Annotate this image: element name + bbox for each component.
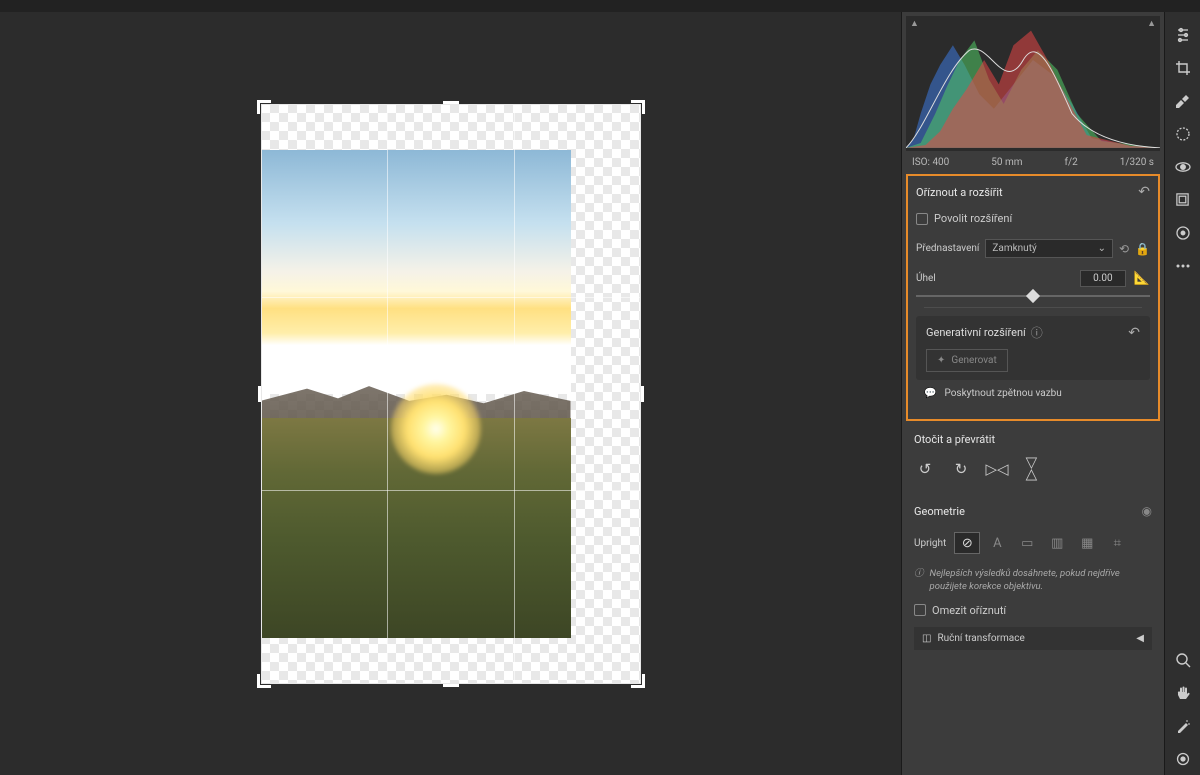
wand-icon[interactable] — [1165, 709, 1200, 742]
upright-guided-button[interactable]: ⌗ — [1104, 532, 1130, 554]
settings-icon[interactable] — [1165, 742, 1200, 775]
crop-handle-left[interactable] — [258, 386, 261, 402]
geometry-title: Geometrie — [914, 505, 965, 518]
info-icon[interactable]: ⓘ — [1031, 324, 1043, 341]
canvas-area[interactable] — [0, 12, 901, 775]
checkbox-icon — [916, 213, 928, 225]
crop-handle-tl[interactable] — [257, 100, 271, 114]
exif-readout: ISO: 400 50 mm f/2 1/320 s — [902, 155, 1164, 174]
preset-label: Přednastavení — [916, 243, 979, 254]
crop-handle-bl[interactable] — [257, 674, 271, 688]
angle-slider[interactable] — [916, 295, 1150, 297]
straighten-icon[interactable]: 📐 — [1134, 271, 1150, 286]
upright-auto-button[interactable]: A — [984, 532, 1010, 554]
healing-icon[interactable] — [1165, 84, 1200, 117]
exif-focal: 50 mm — [991, 157, 1022, 168]
upright-full-button[interactable]: ▦ — [1074, 532, 1100, 554]
crop-handle-bottom[interactable] — [443, 684, 459, 687]
right-panel: ▲ ▲ ISO: 400 50 mm f/2 1/320 s Oříznout … — [901, 12, 1164, 775]
angle-input[interactable] — [1080, 270, 1126, 287]
allow-expand-checkbox[interactable]: Povolit rozšíření — [916, 208, 1150, 235]
constrain-crop-checkbox[interactable]: Omezit oříznutí — [906, 604, 1160, 627]
exif-aperture: f/2 — [1065, 157, 1078, 168]
lock-icon[interactable]: 🔒 — [1135, 242, 1150, 256]
chat-icon: 💬 — [924, 388, 936, 399]
crop-handle-tr[interactable] — [631, 100, 645, 114]
upright-label: Upright — [914, 538, 946, 549]
flip-horizontal-button[interactable]: ▷◁ — [986, 458, 1008, 480]
presets-icon[interactable] — [1165, 183, 1200, 216]
crop-panel-title: Oříznout a rozšířit — [916, 186, 1003, 199]
exif-iso: ISO: 400 — [912, 157, 949, 168]
manual-transform-button[interactable]: ◫ Ruční transformace ◀ — [914, 627, 1152, 650]
checkbox-icon — [914, 604, 926, 616]
feedback-label: Poskytnout zpětnou vazbu — [944, 388, 1061, 399]
toolstrip — [1164, 12, 1200, 775]
upright-level-button[interactable]: ▭ — [1014, 532, 1040, 554]
upright-off-button[interactable]: ⊘ — [954, 532, 980, 554]
crop-frame[interactable] — [261, 104, 641, 684]
mask-icon[interactable] — [1165, 117, 1200, 150]
sparkle-icon: ✦ — [937, 355, 945, 366]
histogram[interactable]: ▲ ▲ — [906, 16, 1160, 151]
angle-label: Úhel — [916, 273, 936, 284]
feedback-link[interactable]: 💬 Poskytnout zpětnou vazbu — [916, 380, 1150, 409]
preset-select[interactable]: Zamknutý ⌄ — [985, 239, 1113, 258]
preset-value: Zamknutý — [992, 243, 1036, 254]
upright-vertical-button[interactable]: ▥ — [1044, 532, 1070, 554]
transform-icon: ◫ — [922, 633, 931, 644]
allow-expand-label: Povolit rozšíření — [934, 212, 1012, 225]
exif-shutter: 1/320 s — [1120, 157, 1154, 168]
gen-reset-icon[interactable]: ↶ — [1128, 325, 1140, 341]
redeye-icon[interactable] — [1165, 150, 1200, 183]
generative-expand-box: Generativní rozšíření ⓘ ↶ ✦ Generovat — [916, 316, 1150, 380]
rotate-ccw-button[interactable]: ↺ — [914, 458, 936, 480]
hand-icon[interactable] — [1165, 676, 1200, 709]
crop-handle-right[interactable] — [641, 386, 644, 402]
crop-border — [261, 104, 641, 684]
geometry-hint: Nejlepších výsledků dosáhnete, pokud nej… — [930, 568, 1152, 594]
rotate-panel-title: Otočit a převrátit — [914, 433, 995, 446]
crop-handle-br[interactable] — [631, 674, 645, 688]
constrain-crop-label: Omezit oříznutí — [932, 604, 1006, 617]
adjust-icon[interactable] — [1165, 18, 1200, 51]
crop-icon[interactable] — [1165, 51, 1200, 84]
reset-icon[interactable]: ↶ — [1138, 184, 1150, 200]
manual-transform-label: Ruční transformace — [937, 633, 1024, 644]
rotate-cw-button[interactable]: ↻ — [950, 458, 972, 480]
gen-title: Generativní rozšíření — [926, 326, 1026, 339]
flip-vertical-button[interactable]: ▷◁ — [1022, 458, 1044, 480]
visibility-icon[interactable]: ◉ — [1142, 504, 1152, 518]
generate-button[interactable]: ✦ Generovat — [926, 349, 1008, 372]
slider-thumb[interactable] — [1026, 289, 1040, 303]
chevron-down-icon: ⌄ — [1098, 243, 1106, 254]
crop-handle-top[interactable] — [443, 101, 459, 104]
expand-icon: ◀ — [1136, 633, 1144, 644]
rotate-panel: Otočit a převrátit ↺ ↻ ▷◁ ▷◁ — [906, 425, 1160, 492]
geometry-panel: Geometrie ◉ Upright ⊘ A ▭ ▥ ▦ ⌗ ⓘNejlepš… — [906, 496, 1160, 654]
zoom-icon[interactable] — [1165, 643, 1200, 676]
more-icon[interactable] — [1165, 249, 1200, 282]
info-icon: ⓘ — [914, 568, 924, 594]
swap-orientation-icon[interactable]: ⟲ — [1119, 242, 1129, 256]
generate-label: Generovat — [951, 355, 996, 366]
versions-icon[interactable] — [1165, 216, 1200, 249]
crop-panel: Oříznout a rozšířit ↶ Povolit rozšíření … — [906, 174, 1160, 421]
